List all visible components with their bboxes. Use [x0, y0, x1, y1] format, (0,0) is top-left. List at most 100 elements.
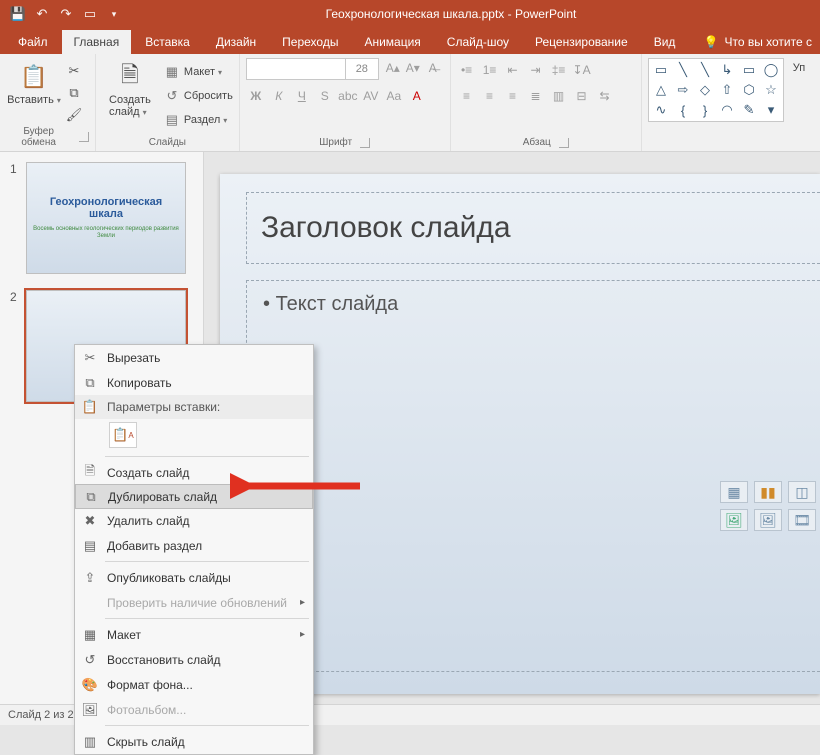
- start-slideshow-icon[interactable]: ▭: [82, 6, 98, 22]
- save-icon[interactable]: 💾: [10, 6, 26, 22]
- cm-hide-slide[interactable]: ▥Скрыть слайд: [75, 729, 313, 754]
- cm-copy[interactable]: ⧉Копировать: [75, 370, 313, 395]
- tab-slideshow[interactable]: Слайд-шоу: [435, 30, 521, 54]
- new-slide-button[interactable]: 🗎 Создать слайд: [102, 58, 158, 118]
- align-right-icon[interactable]: ≡: [503, 86, 523, 106]
- tell-me-search[interactable]: 💡 Что вы хотите с: [696, 30, 820, 54]
- shape-rect-icon[interactable]: ▭: [739, 61, 759, 79]
- tab-file[interactable]: Файл: [6, 30, 60, 54]
- shape-line2-icon[interactable]: ╲: [695, 61, 715, 79]
- font-color-icon[interactable]: A: [407, 86, 427, 106]
- shape-line-icon[interactable]: ╲: [673, 61, 693, 79]
- bullets-icon[interactable]: •≡: [457, 60, 477, 80]
- section-label: Раздел: [184, 114, 227, 126]
- arrange-button[interactable]: Уп: [784, 58, 814, 74]
- cm-photo-album-label: Фотоальбом...: [107, 703, 186, 717]
- text-direction-icon[interactable]: ↧A: [572, 60, 592, 80]
- shape-curve-icon[interactable]: ∿: [651, 101, 671, 119]
- shape-brace-icon[interactable]: {: [673, 101, 693, 119]
- thumbnail-1[interactable]: 1 Геохронологическая шкала Восемь основн…: [10, 162, 193, 274]
- cut-icon[interactable]: ✂: [64, 62, 84, 80]
- increase-indent-icon[interactable]: ⇥: [526, 60, 546, 80]
- shape-triangle-icon[interactable]: △: [651, 81, 671, 99]
- smartart-icon[interactable]: ⇆: [595, 86, 615, 106]
- section-button[interactable]: ▤Раздел: [164, 110, 233, 130]
- shape-connector-icon[interactable]: ↳: [717, 61, 737, 79]
- cm-check-updates: Проверить наличие обновлений▸: [75, 590, 313, 615]
- cm-cut[interactable]: ✂Вырезать: [75, 345, 313, 370]
- shadow-icon[interactable]: S: [315, 86, 335, 106]
- paragraph-launcher-icon[interactable]: [559, 138, 569, 148]
- tab-transitions[interactable]: Переходы: [270, 30, 350, 54]
- qat-customize-icon[interactable]: ▾: [106, 6, 122, 22]
- numbering-icon[interactable]: 1≡: [480, 60, 500, 80]
- cm-check-updates-label: Проверить наличие обновлений: [107, 596, 287, 610]
- shape-hex-icon[interactable]: ⬡: [739, 81, 759, 99]
- cm-delete-slide[interactable]: ✖Удалить слайд: [75, 508, 313, 533]
- redo-icon[interactable]: ↷: [58, 6, 74, 22]
- tab-review[interactable]: Рецензирование: [523, 30, 640, 54]
- insert-picture-icon[interactable]: 🖼: [720, 509, 748, 531]
- shape-textbox-icon[interactable]: ▭: [651, 61, 671, 79]
- insert-table-icon[interactable]: ▦: [720, 481, 748, 503]
- cm-layout[interactable]: ▦Макет▸: [75, 622, 313, 647]
- shapes-gallery[interactable]: ▭╲╲↳▭◯ △⇨◇⇧⬡☆ ∿{}◠✎▾: [648, 58, 784, 122]
- strikethrough-icon[interactable]: abc: [338, 86, 358, 106]
- tab-animations[interactable]: Анимация: [352, 30, 432, 54]
- increase-font-icon[interactable]: A▴: [383, 58, 403, 78]
- insert-video-icon[interactable]: 🎞: [788, 509, 816, 531]
- insert-chart-icon[interactable]: ▮▮: [754, 481, 782, 503]
- tab-insert[interactable]: Вставка: [133, 30, 202, 54]
- paste-keep-formatting-icon[interactable]: 📋A: [109, 422, 137, 448]
- undo-icon[interactable]: ↶: [34, 6, 50, 22]
- shape-more-icon[interactable]: ▾: [761, 101, 781, 119]
- align-left-icon[interactable]: ≡: [457, 86, 477, 106]
- shape-freeform-icon[interactable]: ✎: [739, 101, 759, 119]
- tab-design[interactable]: Дизайн: [204, 30, 268, 54]
- cm-reset-slide[interactable]: ↺Восстановить слайд: [75, 647, 313, 672]
- columns-icon[interactable]: ▥: [549, 86, 569, 106]
- underline-icon[interactable]: Ч: [292, 86, 312, 106]
- group-slides: 🗎 Создать слайд ▦Макет ↺Сбросить ▤Раздел…: [96, 54, 240, 151]
- decrease-font-icon[interactable]: A▾: [403, 58, 423, 78]
- font-launcher-icon[interactable]: [360, 138, 370, 148]
- italic-icon[interactable]: К: [269, 86, 289, 106]
- lightbulb-icon: 💡: [704, 35, 719, 49]
- clipboard-launcher-icon[interactable]: [79, 132, 89, 142]
- tab-view[interactable]: Вид: [642, 30, 688, 54]
- shape-arc-icon[interactable]: ◠: [717, 101, 737, 119]
- font-size-combo[interactable]: 28: [345, 58, 379, 80]
- char-spacing-icon[interactable]: AV: [361, 86, 381, 106]
- decrease-indent-icon[interactable]: ⇤: [503, 60, 523, 80]
- layout-button[interactable]: ▦Макет: [164, 62, 233, 82]
- copy-icon[interactable]: ⧉: [64, 84, 84, 102]
- paste-button[interactable]: 📋 Вставить: [6, 58, 62, 106]
- shape-arrowup-icon[interactable]: ⇧: [717, 81, 737, 99]
- cm-publish-slides[interactable]: ⇪Опубликовать слайды: [75, 565, 313, 590]
- line-spacing-icon[interactable]: ‡≡: [549, 60, 569, 80]
- reset-button[interactable]: ↺Сбросить: [164, 86, 233, 106]
- shape-diamond-icon[interactable]: ◇: [695, 81, 715, 99]
- cm-duplicate-slide-label: Дублировать слайд: [108, 490, 217, 504]
- bold-icon[interactable]: Ж: [246, 86, 266, 106]
- insert-smartart-icon[interactable]: ◫: [788, 481, 816, 503]
- cm-format-background[interactable]: 🎨Формат фона...: [75, 672, 313, 697]
- shape-star-icon[interactable]: ☆: [761, 81, 781, 99]
- font-name-combo[interactable]: [246, 58, 346, 80]
- justify-icon[interactable]: ≣: [526, 86, 546, 106]
- shape-brace2-icon[interactable]: }: [695, 101, 715, 119]
- arrange-label: Уп: [793, 62, 805, 74]
- format-painter-icon[interactable]: 🖌: [64, 106, 84, 124]
- align-text-icon[interactable]: ⊟: [572, 86, 592, 106]
- clear-formatting-icon[interactable]: A̶: [423, 58, 443, 78]
- cm-new-slide-label: Создать слайд: [107, 466, 189, 480]
- thumbnail-1-number: 1: [10, 162, 20, 274]
- title-placeholder[interactable]: Заголовок слайда: [246, 192, 820, 264]
- shape-arrow-icon[interactable]: ⇨: [673, 81, 693, 99]
- tab-home[interactable]: Главная: [62, 30, 132, 54]
- align-center-icon[interactable]: ≡: [480, 86, 500, 106]
- insert-online-picture-icon[interactable]: 🖼: [754, 509, 782, 531]
- shape-oval-icon[interactable]: ◯: [761, 61, 781, 79]
- cm-add-section[interactable]: ▤Добавить раздел: [75, 533, 313, 558]
- change-case-icon[interactable]: Aa: [384, 86, 404, 106]
